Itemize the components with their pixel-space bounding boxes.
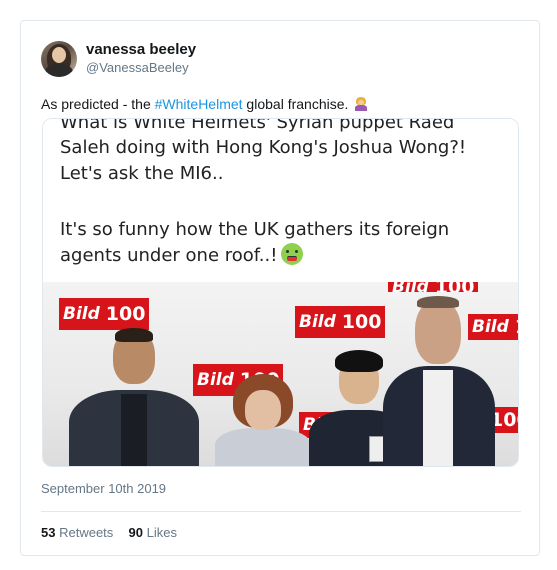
person-man-dark-suit: [69, 328, 199, 466]
retweets-count[interactable]: 53: [41, 525, 55, 540]
person-woman: [215, 374, 311, 466]
user-handle[interactable]: @VanessaBeeley: [86, 59, 196, 77]
likes-count[interactable]: 90: [129, 525, 143, 540]
likes-label[interactable]: Likes: [147, 525, 177, 540]
bild-100-logo: Bild100: [295, 306, 386, 338]
caption-line: What is White Helmets' Syrian puppet Rae…: [60, 118, 455, 133]
tweet-card: vanessa beeley @VanessaBeeley As predict…: [20, 20, 540, 556]
bild-100-logo: Bild100: [388, 282, 479, 292]
nauseated-face-emoji-icon: [281, 243, 304, 265]
person-tall-man: [383, 292, 495, 466]
person-shrugging-emoji-icon: [354, 97, 368, 111]
display-name[interactable]: vanessa beeley: [86, 41, 196, 59]
avatar[interactable]: [41, 41, 77, 77]
media-caption: What is White Helmets' Syrian puppet Rae…: [43, 119, 518, 282]
caption-line: It's so funny how the UK gathers its for…: [60, 219, 450, 240]
caption-line: agents under one roof..!: [60, 245, 278, 266]
tweet-text-after: global franchise.: [242, 96, 349, 112]
tweet-text-before: As predicted - the: [41, 96, 155, 112]
event-photo: Bild100 Bild100 Bild100 Bild100 Bild100 …: [43, 282, 518, 466]
hashtag-link[interactable]: #WhiteHelmet: [155, 96, 243, 112]
tweet-stats: 53 Retweets 90 Likes: [41, 525, 177, 540]
tweet-date[interactable]: September 10th 2019: [41, 481, 166, 496]
author-names: vanessa beeley @VanessaBeeley: [86, 41, 196, 77]
caption-line-with-emoji: agents under one roof..!: [60, 243, 304, 269]
tweet-media[interactable]: What is White Helmets' Syrian puppet Rae…: [42, 118, 519, 467]
retweets-label[interactable]: Retweets: [59, 525, 113, 540]
tweet-text: As predicted - the #WhiteHelmet global f…: [41, 94, 368, 114]
tweet-header: vanessa beeley @VanessaBeeley: [41, 41, 196, 77]
bild-100-logo: Bild100: [59, 298, 150, 330]
caption-line: Saleh doing with Hong Kong's Joshua Wong…: [60, 137, 467, 158]
divider: [41, 511, 521, 512]
caption-line: Let's ask the MI6..: [60, 163, 224, 184]
